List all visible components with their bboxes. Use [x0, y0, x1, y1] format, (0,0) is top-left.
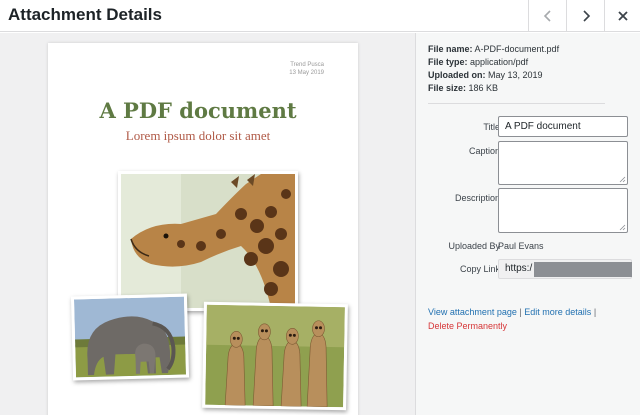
copy-link-value: https:/ — [505, 263, 533, 274]
chevron-left-icon — [542, 9, 554, 23]
pdf-author-block: Trend Pusca 13 May 2019 — [289, 61, 324, 77]
pdf-thumbnail[interactable]: Trend Pusca 13 May 2019 A PDF document L… — [48, 43, 358, 415]
delete-permanently-link[interactable]: Delete Permanently — [428, 321, 507, 331]
details-divider — [428, 103, 605, 104]
chevron-right-icon — [580, 9, 592, 23]
file-size-value: 186 KB — [468, 83, 499, 93]
title-input[interactable]: A PDF document — [498, 116, 628, 137]
modal-header: Attachment Details — [0, 0, 640, 32]
uploaded-on-value: May 13, 2019 — [488, 70, 543, 80]
copy-link-label: Copy Link — [459, 264, 500, 274]
copy-link-field[interactable]: https:/ — [498, 259, 632, 279]
pdf-subtitle: Lorem ipsum dolor sit amet — [125, 128, 271, 143]
uploaded-on-label: Uploaded on: — [428, 70, 486, 80]
description-textarea[interactable] — [498, 188, 628, 233]
redacted-url-block — [534, 262, 632, 277]
page-title: Attachment Details — [8, 5, 162, 24]
pdf-author-name: Trend Pusca — [290, 62, 324, 68]
file-name-label: File name: — [428, 44, 473, 54]
previous-attachment-button[interactable] — [528, 0, 566, 32]
file-name-value: A-PDF-document.pdf — [474, 44, 560, 54]
next-attachment-button[interactable] — [566, 0, 604, 32]
resize-handle-icon[interactable] — [619, 176, 626, 183]
file-type-label: File type: — [428, 57, 468, 67]
file-type-row: File type: application/pdf — [428, 56, 618, 69]
giraffe-photo — [118, 171, 298, 311]
file-size-label: File size: — [428, 83, 467, 93]
meerkat-photo — [202, 301, 348, 411]
pdf-title: A PDF document — [99, 98, 297, 123]
file-name-row: File name: A-PDF-document.pdf — [428, 43, 618, 56]
attachment-sidebar: File name: A-PDF-document.pdf File type:… — [415, 33, 640, 415]
uploaded-on-row: Uploaded on: May 13, 2019 — [428, 69, 618, 82]
view-attachment-page-link[interactable]: View attachment page — [428, 307, 517, 317]
pdf-author-date: 13 May 2019 — [289, 70, 324, 76]
uploaded-by-label: Uploaded By — [448, 241, 500, 251]
file-size-row: File size: 186 KB — [428, 82, 618, 95]
caption-label: Caption — [468, 146, 500, 156]
caption-textarea[interactable] — [498, 141, 628, 185]
uploaded-by-value: Paul Evans — [498, 241, 544, 251]
close-icon — [617, 10, 629, 22]
elephant-photo — [70, 293, 190, 381]
attachment-actions: View attachment page | Edit more details… — [428, 305, 633, 333]
action-separator: | — [593, 307, 597, 317]
resize-handle-icon[interactable] — [619, 224, 626, 231]
edit-more-details-link[interactable]: Edit more details — [524, 307, 591, 317]
attachment-preview: Trend Pusca 13 May 2019 A PDF document L… — [0, 33, 415, 415]
description-label: Description — [454, 193, 500, 203]
file-type-value: application/pdf — [470, 57, 529, 67]
action-separator: | — [519, 307, 522, 317]
close-button[interactable] — [604, 0, 640, 32]
file-details: File name: A-PDF-document.pdf File type:… — [428, 43, 618, 95]
